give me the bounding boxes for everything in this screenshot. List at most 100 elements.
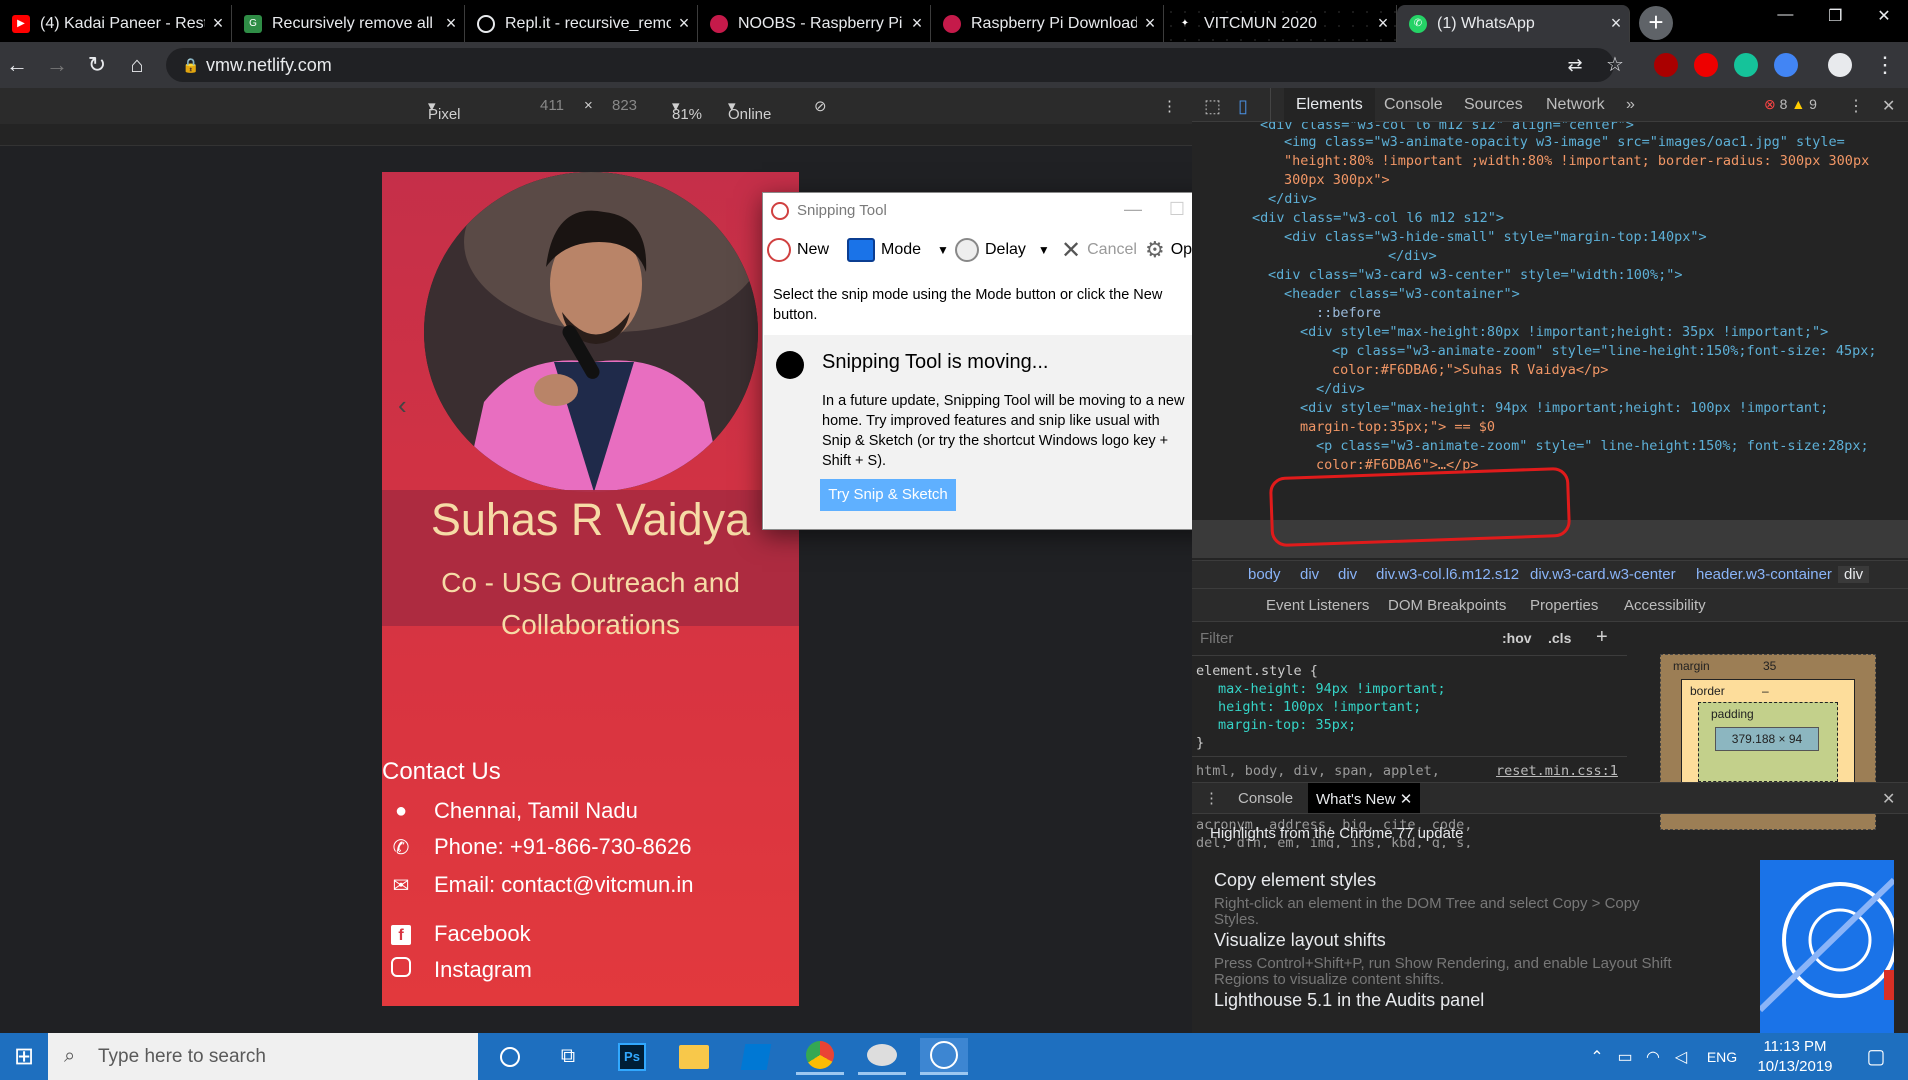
photoshop-icon[interactable]: Ps [608,1038,656,1075]
dom-node[interactable]: <img class="w3-animate-opacity w3-image"… [1284,134,1845,150]
tab-youtube[interactable]: ▶ (4) Kadai Paneer - Resta × [0,5,232,42]
breadcrumb-item[interactable]: body [1248,566,1281,583]
device-select[interactable]: Pixel 2 XL ▾ [428,97,461,140]
tab-vitcmun[interactable]: ✦ VITCMUN 2020 × [1164,5,1397,42]
new-button[interactable]: New [767,235,829,265]
style-declaration[interactable]: margin-top: 35px; [1218,716,1356,734]
filter-input[interactable]: Filter [1200,630,1233,647]
inspect-icon[interactable]: ⬚ [1204,96,1221,117]
tab-replit[interactable]: Repl.it - recursive_remo × [465,5,698,42]
tab-gfg[interactable]: G Recursively remove all × [232,5,465,42]
reload-icon[interactable]: ↻ [82,50,112,80]
margin-value[interactable]: 35 [1763,659,1776,673]
close-icon[interactable]: × [205,13,231,34]
zoom-select[interactable]: 81% ▾ [672,97,702,123]
drawer-tab-console[interactable]: Console [1238,790,1293,807]
breadcrumb-item[interactable]: div [1338,566,1357,583]
breadcrumb-item[interactable]: header.w3-container [1696,566,1832,583]
facebook-link[interactable]: f Facebook [386,921,531,947]
delay-button[interactable]: Delay ▼ [955,235,1050,265]
dom-pseudo[interactable]: ::before [1316,304,1381,323]
whats-new-item-title[interactable]: Lighthouse 5.1 in the Audits panel [1214,990,1484,1011]
whats-new-item-title[interactable]: Visualize layout shifts [1214,930,1386,951]
error-count[interactable]: ⊗ 8 ▲ 9 [1764,96,1817,113]
notifications-icon[interactable]: ▢ [1852,1038,1900,1075]
snipping-tool-taskbar-icon[interactable] [858,1038,906,1075]
tab-elements[interactable]: Elements [1284,88,1375,122]
back-icon[interactable]: ← [2,50,32,80]
volume-icon[interactable]: ◁ [1668,1038,1694,1075]
rotate-icon[interactable]: ⊘ [814,97,827,115]
instagram-link[interactable]: Instagram [386,957,532,983]
tab-event-listeners[interactable]: Event Listeners [1266,597,1369,614]
tab-network[interactable]: Network [1546,96,1605,114]
selected-dom-node[interactable]: <div style="max-height: 94px !important;… [1300,399,1828,418]
device-menu-icon[interactable]: ⋮ [1162,97,1177,115]
translate-icon[interactable]: ⇄ [1560,50,1590,80]
minimize-icon[interactable]: — [1777,6,1793,36]
drawer-tab-whats-new[interactable]: What's New ✕ [1308,783,1421,813]
language-indicator[interactable]: ENG [1700,1038,1744,1075]
drawer-menu-icon[interactable]: ⋮ [1204,789,1219,807]
height-input[interactable]: 823 [612,97,637,114]
tab-dom-breakpoints[interactable]: DOM Breakpoints [1388,597,1506,614]
close-drawer-icon[interactable]: ✕ [1882,789,1895,809]
add-rule-icon[interactable]: + [1596,626,1608,649]
minimize-icon[interactable]: — [1111,193,1155,225]
close-icon[interactable]: × [438,13,464,34]
dom-node[interactable]: </div> [1388,247,1437,266]
dom-node[interactable]: <div class="w3-card w3-center" style="wi… [1268,266,1683,285]
forward-icon[interactable]: → [42,50,72,80]
close-icon[interactable]: × [904,13,930,34]
border-value[interactable]: – [1762,684,1769,698]
carousel-prev-icon[interactable]: ‹ [398,390,407,421]
cancel-button[interactable]: ✕ Cancel [1061,235,1137,265]
dom-node[interactable]: </div> [1316,380,1365,399]
close-icon[interactable]: × [671,13,697,34]
close-devtools-icon[interactable]: ✕ [1882,96,1895,116]
tab-whatsapp[interactable]: ✆ (1) WhatsApp × [1397,5,1630,42]
close-icon[interactable]: × [1603,13,1629,34]
more-tabs-icon[interactable]: » [1626,96,1635,114]
tab-raspberry-download[interactable]: Raspberry Pi Download × [931,5,1164,42]
try-snip-sketch-button[interactable]: Try Snip & Sketch [820,479,956,511]
content-size[interactable]: 379.188 × 94 [1715,727,1819,751]
network-select[interactable]: Online ▾ [728,97,771,123]
cls-toggle[interactable]: .cls [1548,630,1571,646]
dom-node[interactable]: <div class="w3-col l6 m12 s12"> [1252,209,1504,228]
windows-start-icon[interactable]: ⊞ [0,1033,48,1080]
extension-grammarly-icon[interactable] [1734,53,1758,77]
tab-noobs[interactable]: NOOBS - Raspberry Pi × [698,5,931,42]
dom-node[interactable]: <header class="w3-container"> [1284,285,1520,304]
taskbar-search[interactable]: ⌕ Type here to search [48,1033,478,1080]
hov-toggle[interactable]: :hov [1502,630,1532,646]
close-icon[interactable]: × [1137,13,1163,34]
close-icon[interactable]: ✕ [1400,791,1413,808]
system-clock[interactable]: 11:13 PM 10/13/2019 [1752,1037,1838,1077]
maximize-icon[interactable]: ❐ [1828,6,1842,36]
downloads-icon[interactable] [1828,53,1852,77]
dom-node[interactable]: <p class="w3-animate-zoom" style=" line-… [1316,437,1869,456]
task-view-icon[interactable]: ⧉ [544,1038,592,1075]
close-icon[interactable]: × [1370,13,1396,34]
file-explorer-icon[interactable] [670,1038,718,1075]
dom-node[interactable]: <p class="w3-animate-zoom" style="line-h… [1332,342,1877,361]
contact-email[interactable]: ✉ Email: contact@vitcmun.in [386,872,694,898]
contact-phone[interactable]: ✆ Phone: +91-866-730-8626 [386,834,692,860]
chevron-down-icon[interactable]: ▼ [1038,243,1050,257]
breadcrumb-item-selected[interactable]: div [1838,566,1870,583]
dom-node[interactable]: <div class="w3-hide-small" style="margin… [1284,228,1707,247]
breadcrumb-item[interactable]: div.w3-card.w3-center [1530,566,1676,583]
style-declaration[interactable]: height: 100px !important; [1218,698,1421,716]
wifi-icon[interactable]: ◠ [1640,1038,1666,1075]
cortana-icon[interactable] [486,1038,534,1075]
new-tab-button[interactable]: + [1639,6,1673,40]
tab-console[interactable]: Console [1384,96,1443,114]
breadcrumb-item[interactable]: div [1300,566,1319,583]
extension-globe-icon[interactable] [1774,53,1798,77]
address-bar[interactable]: 🔒 vmw.netlify.com [166,48,1614,82]
devtools-menu-icon[interactable]: ⋮ [1848,96,1864,116]
close-window-icon[interactable]: ✕ [1877,6,1890,36]
menu-dots-icon[interactable]: ⋮ [1870,50,1900,80]
device-toggle-icon[interactable]: ▯ [1238,96,1248,117]
